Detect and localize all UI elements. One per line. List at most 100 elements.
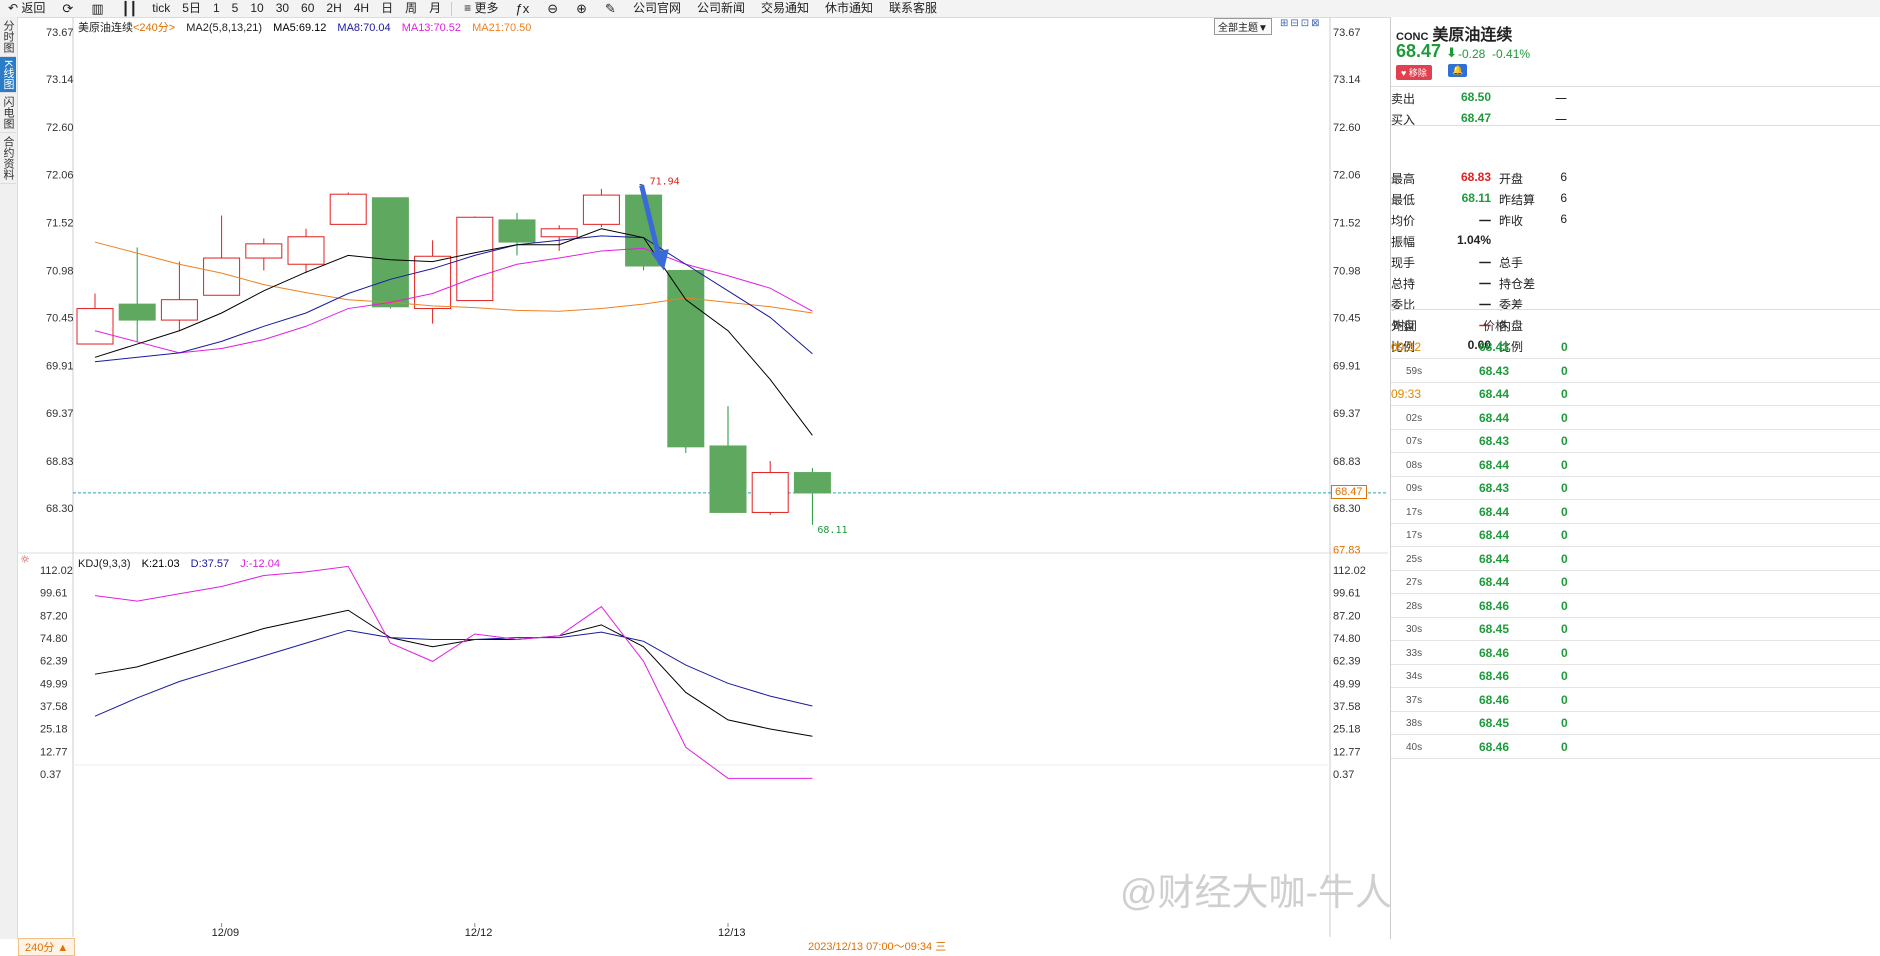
period-0[interactable]: tick [146,0,176,17]
high-annotation: 71.94 [650,176,680,187]
chart-type-icon[interactable]: ▥ [82,0,112,17]
y-tick-right: 70.45 [1333,312,1361,324]
candle-body [245,243,283,259]
more-button[interactable]: ≡ 更多 [456,0,506,17]
period-2[interactable]: 1 [207,0,226,17]
legend-ma13: MA13:70.52 [401,22,462,34]
quote-row-value: 68.83 [1460,170,1491,184]
candle-icon[interactable]: ┃┃ [113,0,147,17]
tick-row[interactable]: 07s 68.43 0 [1391,429,1880,453]
tick-row[interactable]: 28s 68.46 0 [1391,594,1880,618]
kdj-y-tick-right: 25.18 [1333,724,1361,736]
tick-price: 68.44 [1478,410,1509,425]
tick-row[interactable]: 08s 68.44 0 [1391,453,1880,477]
toolbar-link-3[interactable]: 休市通知 [817,0,881,17]
draw-tool-icon[interactable]: ✎ [596,0,625,17]
tick-row[interactable]: 40s 68.46 0 [1391,735,1880,759]
period-3[interactable]: 5 [226,0,245,17]
legend-ma8: MA8:70.04 [337,22,391,34]
zoom-in-icon[interactable]: ⊕ [567,0,596,17]
tick-time: 07s [1406,436,1423,447]
legend-ma-group[interactable]: MA2(5,8,13,21) [186,22,262,34]
tick-price: 68.44 [1478,528,1509,542]
left-tab-2[interactable]: 闪电图 [0,93,16,134]
period-11[interactable]: 月 [423,0,447,17]
candle-body [118,303,156,321]
tick-price: 68.43 [1478,434,1509,448]
period-5[interactable]: 30 [270,0,295,17]
tick-price: 68.46 [1478,598,1509,613]
toolbar-link-4[interactable]: 联系客服 [881,0,945,17]
tick-row[interactable]: 34s 68.46 0 [1391,664,1880,688]
kdj-y-tick-left: 74.80 [40,633,68,645]
tick-row[interactable]: 25s 68.44 0 [1391,547,1880,571]
quote-row-label2: 昨收 [1499,214,1524,228]
tick-time: 08s [1406,459,1423,471]
y-tick-right: 68.83 [1333,456,1361,468]
function-icon[interactable]: ƒx [507,0,539,17]
left-tab-3[interactable]: 合约资料 [0,133,16,185]
kdj-name[interactable]: KDJ(9,3,3) [78,558,131,570]
tick-suffix: 0 [1561,551,1568,566]
chart-area[interactable]: 73.67 73.67 73.14 73.14 72.60 72.60 72.06 72.06… [18,17,1388,956]
quote-change-value: -0.28 [1458,47,1486,61]
period-6[interactable]: 60 [295,0,320,17]
kdj-y-tick-left: 87.20 [40,610,68,622]
tick-row[interactable]: 37s 68.46 0 [1391,688,1880,712]
tick-time: 33s [1406,647,1423,659]
toolbar-link-1[interactable]: 公司新闻 [689,0,753,17]
quote-row-value: 一 [1478,214,1491,228]
period-4[interactable]: 10 [244,0,269,17]
remove-favorite-button[interactable]: ♥ 移除 [1396,65,1432,80]
candle-body [667,269,705,448]
quote-row: 卖出 68.50 一 [1391,87,1880,108]
tick-row[interactable]: 38s 68.45 0 [1391,711,1880,735]
tick-row[interactable]: 33s 68.46 0 [1391,641,1880,665]
settings-icon: ☼ [20,553,30,566]
zoom-out-icon[interactable]: ⊖ [538,0,567,17]
window-controls[interactable]: ⊞⊟⊡⊠ [1280,18,1322,29]
tick-row[interactable]: 09:33 68.44 0 [1391,382,1880,406]
chart-canvas[interactable]: 73.67 73.67 73.14 73.14 72.60 72.60 72.06 72.06… [18,17,1388,939]
back-button[interactable]: ↶ 返回 [0,0,53,17]
tick-row[interactable]: 30s 68.45 0 [1391,617,1880,641]
period-button[interactable]: 240分 ▲ [18,938,76,956]
tick-suffix: 0 [1561,692,1568,707]
toolbar-link-0[interactable]: 公司官网 [625,0,689,17]
tick-price: 68.44 [1478,575,1509,589]
tick-row[interactable]: 09:32 68.43 0 [1391,335,1880,359]
period-1[interactable]: 5日 [176,0,207,17]
quote-row-label: 委比 [1391,298,1416,312]
quote-row-value: 一 [1478,256,1491,270]
left-tab-1[interactable]: K线图 [0,57,16,94]
period-10[interactable]: 周 [399,0,423,17]
refresh-icon[interactable]: ⟳ [53,0,82,17]
down-arrow-icon: ⬇ [1446,45,1457,60]
theme-button[interactable]: 全部主题▼ [1214,18,1272,35]
tick-price: 68.46 [1478,739,1509,754]
tick-row[interactable]: 17s 68.44 0 [1391,523,1880,547]
quote-row-label2: 委差 [1499,298,1524,312]
tick-row[interactable]: 17s 68.44 0 [1391,500,1880,524]
ticks-header-time: 时间 [1393,319,1418,333]
quote-row-label: 卖出 [1391,92,1416,106]
bell-icon[interactable]: 🔔 [1448,64,1468,77]
period-8[interactable]: 4H [348,0,375,17]
tick-time: 09:33 [1391,387,1422,401]
tick-row[interactable]: 09s 68.43 0 [1391,476,1880,500]
y-tick-right: 72.06 [1333,170,1361,182]
quote-row-label2: 持仓差 [1499,277,1536,291]
tick-suffix: 0 [1561,340,1568,354]
kdj-y-tick-right: 62.39 [1333,656,1361,668]
tick-row[interactable]: 02s 68.44 0 [1391,406,1880,430]
toolbar-link-2[interactable]: 交易通知 [753,0,817,17]
left-tab-0[interactable]: 分时图 [0,17,16,57]
tick-suffix: 0 [1561,434,1568,448]
y-tick-right: 69.91 [1333,360,1361,372]
period-7[interactable]: 2H [320,0,347,17]
kdj-y-tick-left: 12.77 [40,746,68,758]
tick-row[interactable]: 59s 68.43 0 [1391,359,1880,383]
tick-suffix: 0 [1561,622,1568,636]
tick-row[interactable]: 27s 68.44 0 [1391,570,1880,594]
period-9[interactable]: 日 [375,0,399,17]
